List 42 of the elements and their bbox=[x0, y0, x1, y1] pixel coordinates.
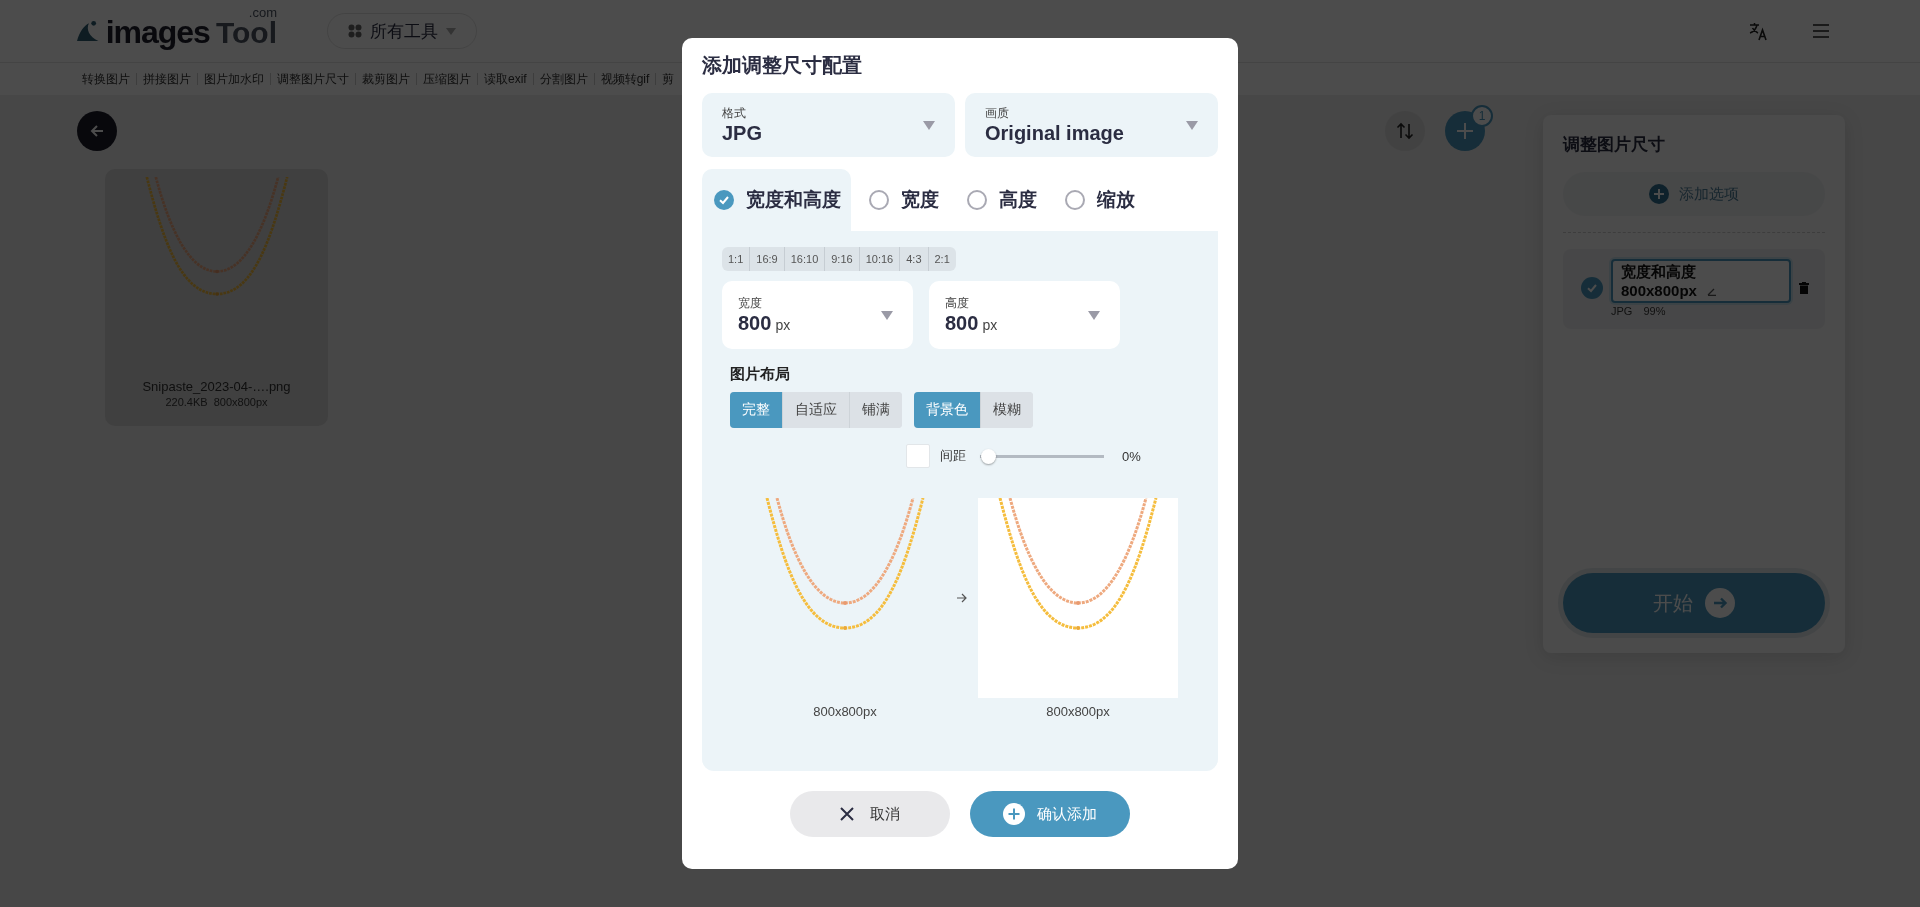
ratio-option[interactable]: 4:3 bbox=[899, 247, 928, 271]
panel-title: 调整图片尺寸 bbox=[1563, 134, 1666, 156]
slider-thumb[interactable] bbox=[981, 448, 996, 464]
caret-icon bbox=[881, 310, 893, 320]
mode-tab[interactable]: 缩放 bbox=[1053, 169, 1145, 231]
ratio-option[interactable]: 10:16 bbox=[858, 247, 900, 271]
mode-tab[interactable]: 宽度和高度 bbox=[702, 169, 851, 231]
select-field[interactable]: 画质 Original image bbox=[965, 93, 1218, 157]
color-swatch[interactable] bbox=[906, 444, 930, 468]
mode-tab[interactable]: 宽度 bbox=[857, 169, 949, 231]
spacing-label: 间距 bbox=[940, 447, 966, 465]
arrow-icon bbox=[956, 593, 967, 603]
fill-option[interactable]: 模糊 bbox=[980, 392, 1033, 428]
size-field[interactable]: 宽度 800 px bbox=[722, 281, 913, 349]
spacing-reading: 0% bbox=[1122, 448, 1141, 464]
ratio-option[interactable]: 2:1 bbox=[927, 247, 956, 271]
radio-icon bbox=[714, 190, 734, 210]
ratio-option[interactable]: 1:1 bbox=[722, 247, 750, 271]
caret-icon bbox=[1186, 120, 1198, 130]
section-title: 图片布局 bbox=[730, 365, 791, 384]
radio-icon bbox=[1065, 190, 1085, 210]
cancel-button[interactable]: 取消 bbox=[790, 791, 950, 837]
size-field[interactable]: 高度 800 px bbox=[929, 281, 1120, 349]
close-icon bbox=[840, 807, 854, 821]
caret-icon bbox=[923, 120, 935, 130]
layout-option[interactable]: 完整 bbox=[730, 392, 782, 428]
confirm-add-button[interactable]: 确认添加 bbox=[970, 791, 1130, 837]
ratio-option[interactable]: 9:16 bbox=[824, 247, 859, 271]
ratio-option[interactable]: 16:10 bbox=[783, 247, 825, 271]
radio-icon bbox=[967, 190, 987, 210]
preview-caption: 800x800px bbox=[1046, 704, 1110, 719]
layout-option[interactable]: 铺满 bbox=[849, 392, 902, 428]
preview-caption: 800x800px bbox=[813, 704, 877, 719]
radio-icon bbox=[869, 190, 889, 210]
select-field[interactable]: 格式 JPG bbox=[702, 93, 955, 157]
logo-word: images bbox=[105, 16, 210, 48]
fill-option[interactable]: 背景色 bbox=[914, 392, 980, 428]
caret-icon bbox=[1088, 310, 1100, 320]
dialog-title: 添加调整尺寸配置 bbox=[702, 53, 863, 78]
mode-tab[interactable]: 高度 bbox=[955, 169, 1047, 231]
plus-circle-icon bbox=[1003, 803, 1025, 825]
ratio-option[interactable]: 16:9 bbox=[749, 247, 784, 271]
